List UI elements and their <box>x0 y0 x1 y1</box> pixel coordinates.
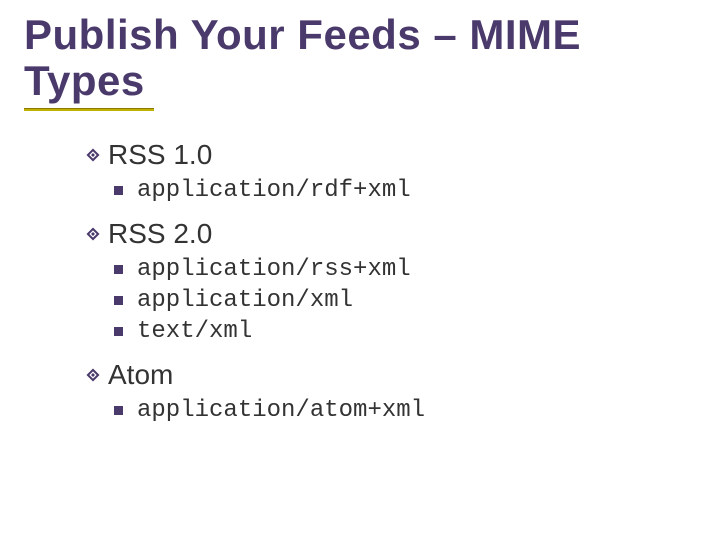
title-underline <box>24 108 154 111</box>
square-bullet-icon <box>114 265 123 274</box>
content-area: RSS 1.0 application/rdf+xml RSS 2.0 <box>86 139 696 424</box>
list-item: RSS 1.0 <box>86 139 696 171</box>
items-group: application/atom+xml <box>114 397 696 424</box>
section-rss-1-0: RSS 1.0 application/rdf+xml <box>86 139 696 204</box>
slide: Publish Your Feeds – MIME Types RSS 1.0 … <box>0 0 720 540</box>
mime-type: text/xml <box>137 318 252 345</box>
items-group: application/rss+xml application/xml text… <box>114 256 696 345</box>
mime-type: application/rdf+xml <box>137 177 411 204</box>
section-label: RSS 1.0 <box>108 139 212 171</box>
mime-type: application/atom+xml <box>137 397 425 424</box>
diamond-bullet-icon <box>86 148 100 162</box>
list-item: RSS 2.0 <box>86 218 696 250</box>
list-item: application/atom+xml <box>114 397 696 424</box>
section-label: RSS 2.0 <box>108 218 212 250</box>
mime-type: application/rss+xml <box>137 256 411 283</box>
square-bullet-icon <box>114 186 123 195</box>
section-rss-2-0: RSS 2.0 application/rss+xml application/… <box>86 218 696 345</box>
diamond-bullet-icon <box>86 368 100 382</box>
section-label: Atom <box>108 359 173 391</box>
list-item: application/rss+xml <box>114 256 696 283</box>
items-group: application/rdf+xml <box>114 177 696 204</box>
diamond-bullet-icon <box>86 227 100 241</box>
list-item: application/rdf+xml <box>114 177 696 204</box>
page-title: Publish Your Feeds – MIME Types <box>24 12 696 104</box>
list-item: text/xml <box>114 318 696 345</box>
list-item: Atom <box>86 359 696 391</box>
section-atom: Atom application/atom+xml <box>86 359 696 424</box>
list-item: application/xml <box>114 287 696 314</box>
square-bullet-icon <box>114 406 123 415</box>
mime-type: application/xml <box>137 287 353 314</box>
square-bullet-icon <box>114 327 123 336</box>
square-bullet-icon <box>114 296 123 305</box>
